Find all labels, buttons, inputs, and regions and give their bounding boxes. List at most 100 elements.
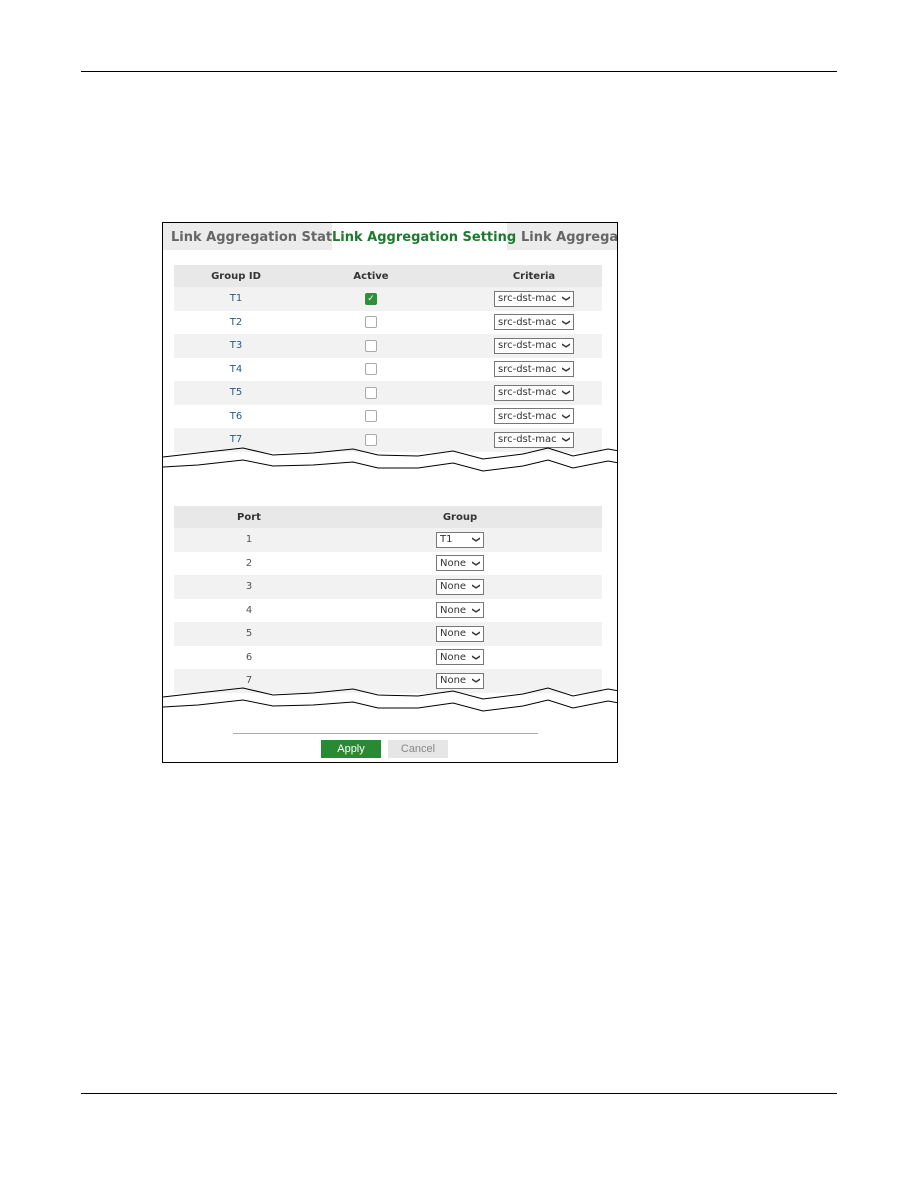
criteria-cell: src-dst-mac ❯ (474, 381, 594, 405)
active-cell (321, 358, 421, 382)
port-number: 2 (245, 557, 253, 569)
chevron-down-icon: ❯ (472, 583, 482, 591)
group-row: T3 src-dst-mac ❯ (174, 334, 602, 358)
criteria-select[interactable]: src-dst-mac ❯ (494, 384, 574, 401)
port-row: 2 None ❯ (174, 551, 602, 576)
group-id: T6 (229, 410, 243, 422)
port-row: 4 None ❯ (174, 598, 602, 623)
criteria-select[interactable]: src-dst-mac ❯ (494, 361, 574, 378)
group-value: None (440, 581, 467, 593)
group-cell: None ❯ (410, 622, 510, 646)
active-checkbox[interactable] (365, 363, 377, 376)
group-cell: None ❯ (410, 646, 510, 670)
chevron-down-icon: ❯ (562, 342, 572, 350)
criteria-value: src-dst-mac (498, 293, 557, 305)
group-id: T3 (229, 340, 243, 352)
port-row: 5 None ❯ (174, 622, 602, 646)
group-cell: None ❯ (410, 599, 510, 623)
group-select[interactable]: T1 ❯ (436, 531, 484, 548)
tab-link-aggregation-setting[interactable]: Link Aggregation Setting (332, 223, 516, 250)
table-break-marker (163, 447, 617, 472)
port-number: 3 (245, 581, 253, 593)
chevron-down-icon: ❯ (472, 559, 482, 567)
chevron-down-icon: ❯ (562, 365, 572, 373)
chevron-down-icon: ❯ (562, 412, 572, 420)
criteria-cell: src-dst-mac ❯ (474, 334, 594, 358)
chevron-down-icon: ❯ (562, 318, 572, 326)
group-select[interactable]: None ❯ (436, 578, 484, 595)
criteria-select[interactable]: src-dst-mac ❯ (494, 314, 574, 331)
page-footer-rule (81, 1093, 837, 1094)
cancel-button[interactable]: Cancel (388, 740, 448, 758)
active-checkbox[interactable] (365, 433, 377, 446)
port-row: 3 None ❯ (174, 575, 602, 599)
group-value: T1 (440, 534, 453, 546)
group-id: T5 (229, 387, 243, 399)
group-select[interactable]: None ❯ (436, 625, 484, 642)
active-cell (321, 311, 421, 335)
criteria-value: src-dst-mac (498, 410, 557, 422)
group-value: None (440, 628, 467, 640)
chevron-down-icon: ❯ (472, 606, 482, 614)
group-select[interactable]: None ❯ (436, 649, 484, 666)
chevron-down-icon: ❯ (472, 630, 482, 638)
active-checkbox[interactable] (365, 316, 377, 329)
active-cell: ✓ (321, 287, 421, 311)
group-id: T1 (229, 293, 243, 305)
header-active: Active (353, 270, 389, 282)
active-checkbox[interactable] (365, 339, 377, 352)
table-break-marker (163, 687, 617, 712)
check-icon: ✓ (367, 293, 375, 304)
header-group: Group (442, 511, 478, 523)
header-group-id: Group ID (211, 270, 261, 282)
port-row: 6 None ❯ (174, 645, 602, 670)
criteria-value: src-dst-mac (498, 340, 557, 352)
header-port: Port (237, 511, 261, 523)
chevron-down-icon: ❯ (472, 653, 482, 661)
tab-link-aggregation-more[interactable]: Link Aggregatio (521, 223, 617, 250)
active-cell (321, 405, 421, 429)
group-table: Group ID Active Criteria T1 ✓ src-dst-ma… (174, 265, 602, 452)
group-select[interactable]: None ❯ (436, 555, 484, 572)
port-number: 4 (245, 604, 253, 616)
button-divider (233, 733, 538, 734)
chevron-down-icon: ❯ (562, 295, 572, 303)
group-value: None (440, 651, 467, 663)
active-cell (321, 334, 421, 358)
chevron-down-icon: ❯ (562, 389, 572, 397)
group-row: T5 src-dst-mac ❯ (174, 381, 602, 405)
criteria-select[interactable]: src-dst-mac ❯ (494, 408, 574, 425)
criteria-select[interactable]: src-dst-mac ❯ (494, 337, 574, 354)
chevron-down-icon: ❯ (472, 536, 482, 544)
tab-link-aggregation-status[interactable]: Link Aggregation Status (171, 223, 349, 250)
group-cell: T1 ❯ (410, 528, 510, 552)
criteria-cell: src-dst-mac ❯ (474, 287, 594, 311)
active-checkbox[interactable]: ✓ (365, 292, 377, 305)
criteria-value: src-dst-mac (498, 363, 557, 375)
group-id: T2 (229, 316, 243, 328)
tab-bar: Link Aggregation Status Link Aggregation… (163, 223, 617, 250)
criteria-cell: src-dst-mac ❯ (474, 405, 594, 429)
active-checkbox[interactable] (365, 386, 377, 399)
port-table-header: Port Group (174, 506, 602, 528)
page-header-rule (81, 71, 837, 72)
criteria-cell: src-dst-mac ❯ (474, 311, 594, 335)
criteria-value: src-dst-mac (498, 387, 557, 399)
group-select[interactable]: None ❯ (436, 602, 484, 619)
group-table-header: Group ID Active Criteria (174, 265, 602, 287)
group-id: T4 (229, 363, 243, 375)
chevron-down-icon: ❯ (562, 436, 572, 444)
apply-button[interactable]: Apply (321, 740, 381, 758)
port-row: 1 T1 ❯ (174, 528, 602, 552)
chevron-down-icon: ❯ (472, 677, 482, 685)
link-aggregation-screenshot: Link Aggregation Status Link Aggregation… (162, 222, 618, 763)
port-number: 1 (245, 534, 253, 546)
group-cell: None ❯ (410, 552, 510, 576)
criteria-value: src-dst-mac (498, 434, 557, 446)
criteria-select[interactable]: src-dst-mac ❯ (494, 290, 574, 307)
group-row: T1 ✓ src-dst-mac ❯ (174, 287, 602, 311)
port-number: 6 (245, 651, 253, 663)
active-checkbox[interactable] (365, 410, 377, 423)
group-value: None (440, 604, 467, 616)
active-cell (321, 381, 421, 405)
